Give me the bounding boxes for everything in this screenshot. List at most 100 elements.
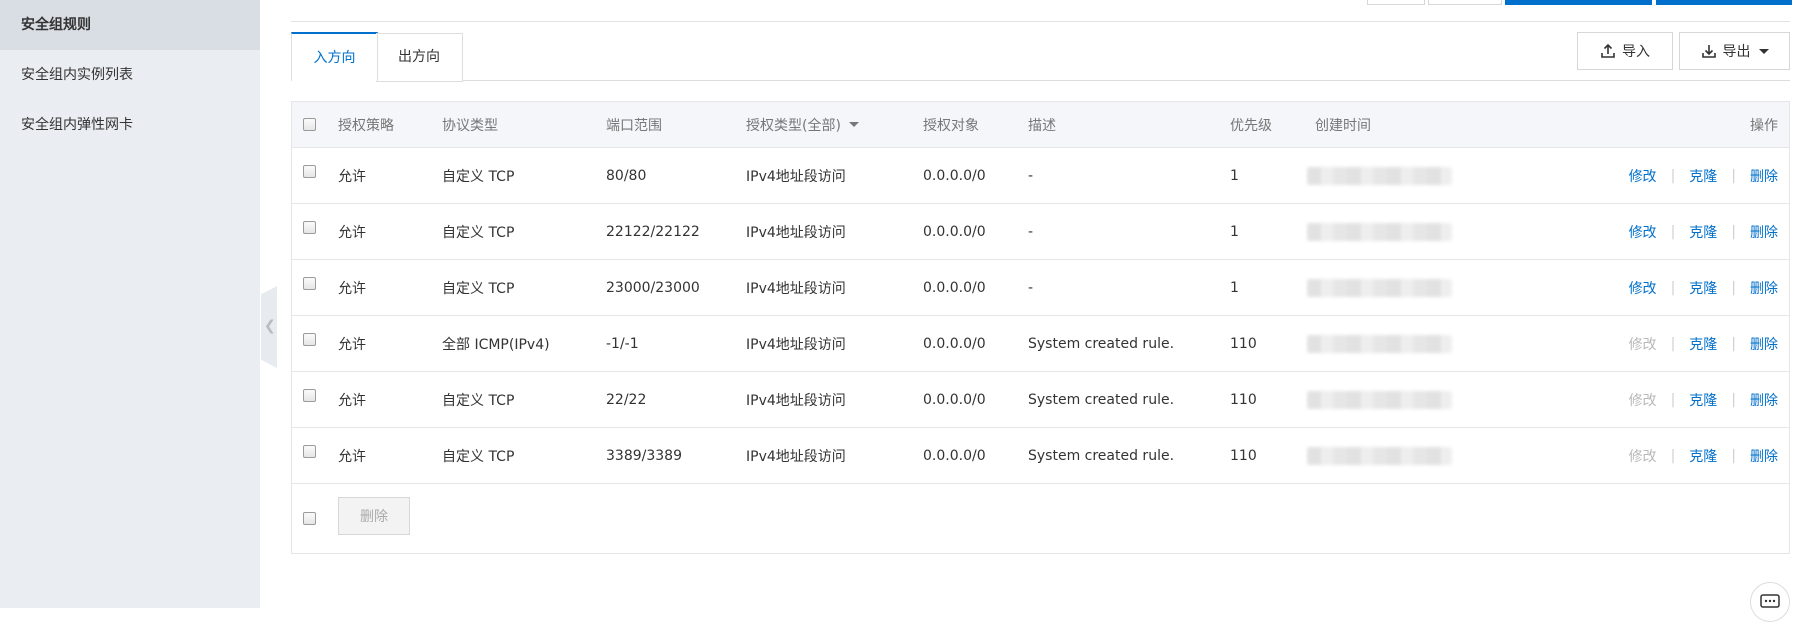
action-separator: | [1670, 391, 1676, 408]
cell-auth-object: 0.0.0.0/0 [923, 167, 986, 184]
select-all-checkbox[interactable] [303, 118, 316, 131]
delete-link[interactable]: 删除 [1750, 390, 1778, 410]
cell-port: -1/-1 [606, 335, 639, 352]
top-primary-button-1[interactable] [1505, 0, 1652, 5]
clone-link[interactable]: 克隆 [1689, 334, 1717, 354]
row-checkbox[interactable] [303, 333, 316, 346]
cell-description: - [1028, 223, 1034, 240]
table-row: 允许 自定义 TCP 22122/22122 IPv4地址段访问 0.0.0.0/0 - 1… [292, 204, 1789, 260]
cell-auth-type: IPv4地址段访问 [746, 392, 846, 409]
action-separator: | [1670, 447, 1676, 464]
sidebar-collapse-handle[interactable]: ❮ [261, 286, 277, 368]
tab-inbound[interactable]: 入方向 [291, 32, 378, 81]
delete-link[interactable]: 删除 [1750, 166, 1778, 186]
tab-outbound[interactable]: 出方向 [376, 33, 463, 82]
feedback-button[interactable] [1750, 582, 1790, 622]
caret-down-icon [848, 122, 859, 127]
cell-auth-type: IPv4地址段访问 [746, 168, 846, 185]
clone-link[interactable]: 克隆 [1689, 446, 1717, 466]
row-select-cell [303, 204, 316, 259]
row-actions: 修改 | 克隆 | 删除 [1629, 204, 1778, 259]
header-protocol: 协议类型 [442, 117, 498, 134]
cell-auth-type: IPv4地址段访问 [746, 224, 846, 241]
cell-priority: 1 [1230, 223, 1239, 240]
clone-link[interactable]: 克隆 [1689, 278, 1717, 298]
top-button-2[interactable] [1428, 0, 1502, 5]
cell-port: 23000/23000 [606, 279, 700, 296]
action-separator: | [1731, 223, 1736, 240]
cell-auth-object: 0.0.0.0/0 [923, 279, 986, 296]
modify-link[interactable]: 修改 [1629, 390, 1657, 410]
sidebar: 安全组规则 安全组内实例列表 安全组内弹性网卡 [0, 0, 260, 608]
row-checkbox[interactable] [303, 221, 316, 234]
sidebar-item-instance-list[interactable]: 安全组内实例列表 [0, 50, 260, 100]
tab-baseline [462, 80, 1790, 81]
table-row: 允许 自定义 TCP 3389/3389 IPv4地址段访问 0.0.0.0/0 Syst… [292, 428, 1789, 484]
action-separator: | [1670, 167, 1676, 184]
cell-port: 80/80 [606, 167, 647, 184]
top-button-1[interactable] [1367, 0, 1425, 5]
table-row: 允许 自定义 TCP 80/80 IPv4地址段访问 0.0.0.0/0 - 1 修改 | 克隆 |… [292, 148, 1789, 204]
row-select-cell [303, 428, 316, 483]
footer-select-all-cell [303, 512, 316, 525]
action-separator: | [1670, 335, 1676, 352]
cell-protocol: 自定义 TCP [442, 448, 515, 465]
cell-protocol: 自定义 TCP [442, 392, 515, 409]
action-separator: | [1731, 335, 1736, 352]
row-actions: 修改 | 克隆 | 删除 [1629, 148, 1778, 203]
modify-link[interactable]: 修改 [1629, 334, 1657, 354]
import-label: 导入 [1622, 44, 1650, 60]
cell-created-redacted [1307, 260, 1452, 315]
footer-select-all-checkbox[interactable] [303, 512, 316, 525]
cell-created-redacted [1307, 316, 1452, 371]
row-select-cell [303, 316, 316, 371]
delete-link[interactable]: 删除 [1750, 278, 1778, 298]
row-checkbox[interactable] [303, 389, 316, 402]
table-row: 允许 自定义 TCP 22/22 IPv4地址段访问 0.0.0.0/0 System c… [292, 372, 1789, 428]
modify-link[interactable]: 修改 [1629, 446, 1657, 466]
header-auth-type-filter[interactable]: 授权类型(全部) [746, 102, 859, 147]
modify-link[interactable]: 修改 [1629, 278, 1657, 298]
header-priority: 优先级 [1230, 117, 1272, 134]
caret-down-icon [1758, 48, 1769, 54]
row-actions: 修改 | 克隆 | 删除 [1629, 428, 1778, 483]
cell-auth-object: 0.0.0.0/0 [923, 223, 986, 240]
delete-link[interactable]: 删除 [1750, 222, 1778, 242]
top-primary-button-2[interactable] [1656, 0, 1792, 5]
redacted-timestamp [1307, 166, 1452, 185]
cell-policy: 允许 [338, 224, 366, 241]
table-header: 授权策略 协议类型 端口范围 授权类型(全部) 授权对象 描述 优先级 创建时间… [292, 102, 1789, 148]
row-actions: 修改 | 克隆 | 删除 [1629, 260, 1778, 315]
clone-link[interactable]: 克隆 [1689, 222, 1717, 242]
row-checkbox[interactable] [303, 165, 316, 178]
cell-auth-object: 0.0.0.0/0 [923, 447, 986, 464]
delete-link[interactable]: 删除 [1750, 446, 1778, 466]
chevron-left-icon: ❮ [264, 318, 276, 334]
cell-auth-type: IPv4地址段访问 [746, 280, 846, 297]
sidebar-item-eni-list[interactable]: 安全组内弹性网卡 [0, 100, 260, 150]
redacted-timestamp [1307, 390, 1452, 409]
row-actions: 修改 | 克隆 | 删除 [1629, 316, 1778, 371]
cell-created-redacted [1307, 428, 1452, 483]
row-checkbox[interactable] [303, 445, 316, 458]
action-separator: | [1731, 391, 1736, 408]
batch-delete-button[interactable]: 删除 [338, 497, 410, 535]
cell-auth-object: 0.0.0.0/0 [923, 391, 986, 408]
sidebar-item-security-group-rules[interactable]: 安全组规则 [0, 0, 260, 50]
clone-link[interactable]: 克隆 [1689, 166, 1717, 186]
cell-policy: 允许 [338, 280, 366, 297]
modify-link[interactable]: 修改 [1629, 166, 1657, 186]
cell-priority: 1 [1230, 167, 1239, 184]
export-button[interactable]: 导出 [1679, 32, 1790, 70]
modify-link[interactable]: 修改 [1629, 222, 1657, 242]
header-divider [291, 21, 1790, 22]
import-button[interactable]: 导入 [1577, 32, 1673, 70]
download-icon [1701, 45, 1716, 58]
header-port: 端口范围 [606, 117, 662, 134]
export-label: 导出 [1722, 44, 1751, 60]
clone-link[interactable]: 克隆 [1689, 390, 1717, 410]
cell-port: 3389/3389 [606, 447, 682, 464]
row-checkbox[interactable] [303, 277, 316, 290]
cell-policy: 允许 [338, 168, 366, 185]
delete-link[interactable]: 删除 [1750, 334, 1778, 354]
